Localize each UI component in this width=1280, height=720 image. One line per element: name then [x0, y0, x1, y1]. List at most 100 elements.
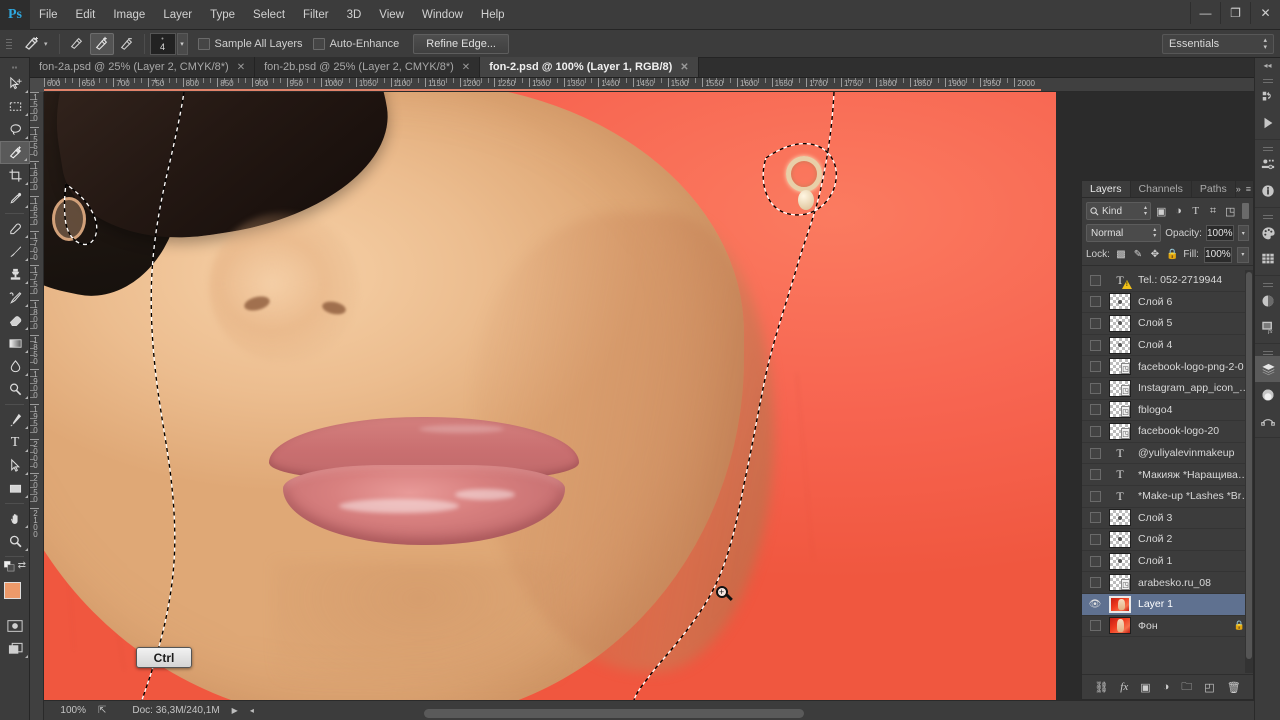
smart-object-filter-icon[interactable]: ◳ [1223, 203, 1237, 220]
adjustment-filter-icon[interactable]: ◑ [1171, 203, 1185, 220]
zoom-tool[interactable] [0, 530, 30, 553]
tool-preset-picker[interactable]: ▾ [14, 33, 54, 55]
fill-dropdown-button[interactable]: ▾ [1236, 246, 1250, 263]
menu-image[interactable]: Image [104, 0, 154, 30]
tab-close-icon[interactable]: ✕ [237, 62, 245, 73]
dock-grip[interactable] [1255, 75, 1280, 84]
layer-row[interactable]: ◳ facebook-logo-20 [1082, 421, 1253, 443]
workspace-selector[interactable]: Essentials ▴ ▾ [1162, 34, 1274, 54]
toolbox-grip[interactable]: ▪▪ [0, 62, 29, 72]
styles-panel-icon[interactable] [1255, 288, 1280, 314]
rectangular-marquee-tool[interactable] [0, 95, 30, 118]
dock-grip[interactable] [1255, 143, 1280, 152]
layer-style-fx-icon[interactable]: fx [1120, 681, 1128, 693]
new-group-icon[interactable]: 🗀 [1181, 678, 1192, 697]
layer-visibility-toggle[interactable] [1085, 469, 1105, 481]
layer-row[interactable]: Слой 5 [1082, 313, 1253, 335]
blur-tool[interactable] [0, 355, 30, 378]
dock-grip[interactable] [1255, 347, 1280, 356]
lock-all-icon[interactable]: 🔒 [1166, 247, 1178, 262]
horizontal-type-tool[interactable]: T [0, 431, 30, 454]
layer-visibility-toggle[interactable] [1085, 404, 1105, 416]
horizontal-ruler[interactable]: 600 650 700 750 800 850 900 950 1000 1050 1100 1150… [30, 78, 1280, 92]
layer-visibility-toggle[interactable] [1085, 512, 1105, 524]
document-canvas[interactable]: + Ctrl [44, 92, 1056, 700]
dock-grip[interactable] [1255, 279, 1280, 288]
document-tab-fon-2[interactable]: fon-2.psd @ 100% (Layer 1, RGB/8) ✕ [480, 57, 699, 77]
share-icon[interactable]: ⇱ [98, 705, 106, 716]
layer-visibility-toggle[interactable] [1085, 339, 1105, 351]
menu-select[interactable]: Select [244, 0, 294, 30]
menu-view[interactable]: View [370, 0, 413, 30]
new-adjustment-layer-icon[interactable]: ◑ [1163, 681, 1170, 693]
menu-file[interactable]: File [30, 0, 67, 30]
options-bar-grip[interactable] [4, 34, 14, 54]
channels-panel-icon[interactable] [1255, 382, 1280, 408]
layer-visibility-toggle[interactable] [1085, 447, 1105, 459]
vertical-ruler[interactable]: 1 5 0 01 5 5 01 6 0 01 6 5 01 7 0 01 7 5… [30, 92, 44, 720]
layer-visibility-toggle[interactable] [1085, 425, 1105, 437]
lock-transparent-pixels-icon[interactable]: ▩ [1115, 247, 1127, 262]
swap-colors-icon[interactable]: ⇄ [18, 560, 26, 571]
document-tab-fon-2b[interactable]: fon-2b.psd @ 25% (Layer 2, CMYK/8*) ✕ [255, 57, 481, 77]
eraser-tool[interactable] [0, 309, 30, 332]
layer-row[interactable]: T @yuliyalevinmakeup [1082, 443, 1253, 465]
menu-type[interactable]: Type [201, 0, 244, 30]
delete-layer-icon[interactable]: 🗑 [1227, 681, 1241, 694]
dock-collapse-icon[interactable]: ◂◂ [1255, 58, 1280, 72]
dodge-tool[interactable] [0, 378, 30, 401]
tab-close-icon[interactable]: ✕ [680, 62, 688, 73]
layer-visibility-toggle[interactable] [1085, 620, 1105, 632]
menu-3d[interactable]: 3D [338, 0, 371, 30]
layer-row[interactable]: ◳ Instagram_app_icon_2016 [1082, 378, 1253, 400]
layer-list[interactable]: T Tel.: 052-2719944 Слой 6 Слой 5 Слой 4 ◳ fac… [1082, 270, 1253, 673]
filter-toggle-switch[interactable] [1242, 203, 1250, 219]
quick-mask-mode-button[interactable] [0, 614, 30, 637]
refine-edge-button[interactable]: Refine Edge... [413, 33, 509, 54]
layer-visibility-toggle[interactable]: 👁 [1085, 599, 1105, 610]
layer-row[interactable]: Слой 6 [1082, 292, 1253, 314]
shape-filter-icon[interactable]: ⌗ [1206, 203, 1220, 220]
brush-tool[interactable] [0, 240, 30, 263]
layer-row[interactable]: Слой 4 [1082, 335, 1253, 357]
brush-size-dropdown-button[interactable]: ▾ [176, 32, 188, 55]
auto-enhance-option[interactable]: Auto-Enhance [312, 37, 399, 50]
history-panel-icon[interactable] [1255, 84, 1280, 110]
close-button[interactable]: ✕ [1250, 2, 1280, 24]
minimize-button[interactable]: — [1190, 2, 1220, 24]
layer-visibility-toggle[interactable] [1085, 361, 1105, 373]
tab-channels[interactable]: Channels [1131, 181, 1192, 197]
layer-row[interactable]: T *Макияж *Наращивание ... [1082, 464, 1253, 486]
menu-help[interactable]: Help [472, 0, 514, 30]
menu-layer[interactable]: Layer [154, 0, 201, 30]
pen-tool[interactable] [0, 408, 30, 431]
new-layer-icon[interactable]: ◰ [1204, 681, 1214, 694]
menu-window[interactable]: Window [413, 0, 472, 30]
layer-row[interactable]: Слой 2 [1082, 529, 1253, 551]
info-panel-icon[interactable] [1255, 178, 1280, 204]
layer-visibility-toggle[interactable] [1085, 577, 1105, 589]
actions-panel-icon[interactable] [1255, 110, 1280, 136]
layer-visibility-toggle[interactable] [1085, 317, 1105, 329]
layer-visibility-toggle[interactable] [1085, 533, 1105, 545]
layer-row[interactable]: ◳ facebook-logo-png-2-0 [1082, 356, 1253, 378]
layers-panel-icon[interactable] [1255, 356, 1280, 382]
layer-row[interactable]: T Tel.: 052-2719944 [1082, 270, 1253, 292]
layer-visibility-toggle[interactable] [1085, 555, 1105, 567]
menu-filter[interactable]: Filter [294, 0, 338, 30]
layer-visibility-toggle[interactable] [1085, 490, 1105, 502]
panel-menu-icon[interactable]: ≡ [1246, 184, 1251, 194]
swatches-panel-icon[interactable] [1255, 246, 1280, 272]
zoom-level-field[interactable]: 100% [48, 705, 90, 716]
gradient-tool[interactable] [0, 332, 30, 355]
default-colors-icon[interactable] [3, 560, 15, 575]
pixel-filter-icon[interactable]: ▣ [1154, 203, 1168, 220]
color-panel-icon[interactable] [1255, 220, 1280, 246]
fx-panel-icon[interactable]: fx [1255, 314, 1280, 340]
paths-panel-icon[interactable] [1255, 408, 1280, 434]
brush-size-field[interactable]: • 4 [149, 32, 176, 55]
spot-healing-brush-tool[interactable] [0, 217, 30, 240]
type-filter-icon[interactable]: T [1189, 203, 1203, 220]
ruler-corner[interactable] [30, 78, 44, 92]
layer-row[interactable]: Слой 3 [1082, 508, 1253, 530]
